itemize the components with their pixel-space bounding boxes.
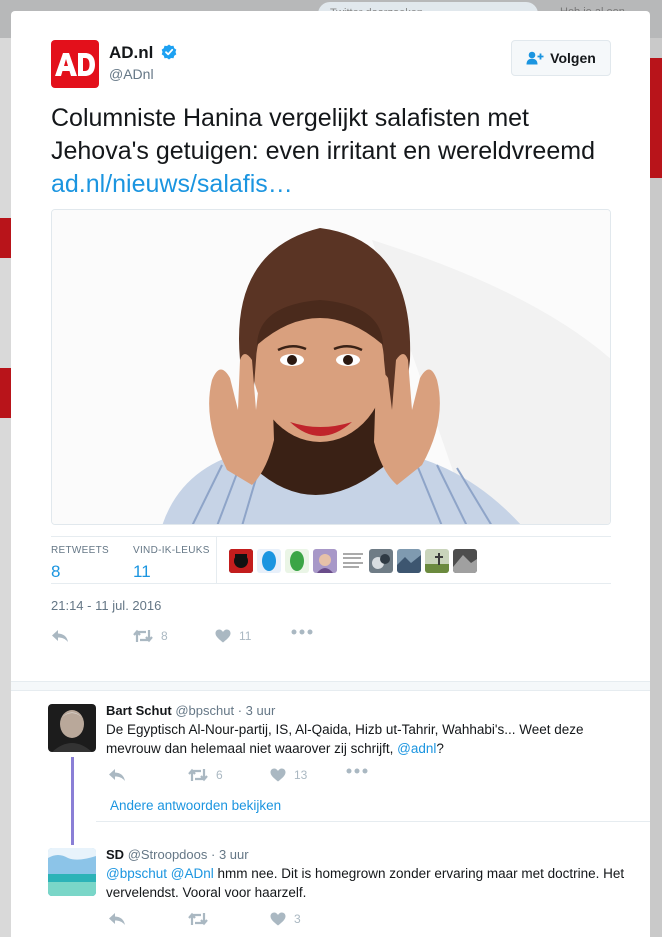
retweet-count: 6 [216,768,223,782]
reply-button[interactable] [108,912,126,926]
author-handle[interactable]: @ADnl [109,66,177,82]
follow-button[interactable]: Volgen [511,40,611,76]
reply-actions: 3 [108,912,388,932]
reply-author-handle[interactable]: @bpschut [175,703,234,718]
retweet-button[interactable] [188,912,216,926]
likes-count: 11 [133,562,151,581]
ad-logo[interactable] [51,40,99,88]
tweet-text: Columniste Hanina vergelijkt salafisten … [51,102,621,201]
stats-divider [216,537,217,584]
more-button[interactable] [291,629,313,635]
reply-header: SD @Stroopdoos · 3 uur [106,847,249,862]
reply-time[interactable]: · 3 uur [238,703,276,718]
liker-avatar[interactable] [369,549,393,573]
liker-avatars [229,549,477,573]
avatar [48,704,96,752]
reply-button[interactable] [108,768,126,782]
ad-logo-mark [55,53,95,76]
liker-avatar[interactable] [341,549,365,573]
background-right-column [648,38,662,937]
retweet-icon [188,768,208,782]
tweet-modal: AD.nl @ADnl Volgen Columniste Hanina ver… [11,11,650,937]
follow-button-label: Volgen [550,50,596,66]
liker-avatar[interactable] [453,549,477,573]
likes-label: VIND-IK-LEUKS [133,545,210,556]
tweet-timestamp[interactable]: 21:14 - 11 jul. 2016 [51,598,161,613]
mention-link[interactable]: @adnl [397,741,436,756]
reply-author-handle[interactable]: @Stroopdoos [128,847,208,862]
reply-header: Bart Schut @bpschut · 3 uur [106,703,275,718]
like-count: 3 [294,912,301,926]
liker-avatar[interactable] [285,549,309,573]
like-button[interactable]: 3 [270,912,301,926]
retweets-label: RETWEETS [51,545,109,556]
retweet-button[interactable]: 8 [133,629,168,643]
reply-separator [96,821,650,822]
like-button[interactable]: 11 [215,629,251,643]
heart-icon [215,629,231,643]
verified-badge-icon [161,44,177,60]
retweet-icon [133,629,153,643]
liker-avatar[interactable] [425,549,449,573]
like-count: 13 [294,768,308,782]
reply-button[interactable] [51,629,69,643]
reply-icon [109,913,125,925]
reply-author-name[interactable]: SD [106,847,124,862]
tweet-photo [52,210,610,524]
thread-line [71,757,74,845]
retweet-icon [188,912,208,926]
reply-time[interactable]: · 3 uur [211,847,249,862]
retweet-count: 8 [161,629,168,643]
liker-avatar[interactable] [229,549,253,573]
follow-user-icon [526,51,544,65]
like-button[interactable]: 13 [270,768,307,782]
reply-author-name[interactable]: Bart Schut [106,703,172,718]
like-count: 11 [239,629,252,643]
heart-icon [270,768,286,782]
reply-body: De Egyptisch Al-Nour-partij, IS, Al-Qaid… [106,722,584,756]
retweet-button[interactable]: 6 [188,768,223,782]
heart-icon [270,912,286,926]
mention-link[interactable]: @ADnl [171,866,214,881]
avatar [48,848,96,896]
reply-text: @bpschut @ADnl hmm nee. Dit is homegrown… [106,864,626,902]
reply-icon [52,630,68,642]
reply-body-end: ? [436,741,444,756]
tweet-image[interactable] [51,209,611,525]
tweet-link[interactable]: ad.nl/nieuws/salafis… [51,170,293,198]
more-dots-icon [346,768,368,774]
likes-stat[interactable]: VIND-IK-LEUKS 11 [133,545,210,582]
tweet-body: Columniste Hanina vergelijkt salafisten … [51,104,595,165]
liker-avatar[interactable] [313,549,337,573]
retweets-stat[interactable]: RETWEETS 8 [51,545,109,582]
tweet-stats: RETWEETS 8 VIND-IK-LEUKS 11 [51,536,611,584]
reply-actions: 6 13 [108,768,388,788]
liker-avatar[interactable] [397,549,421,573]
author-name[interactable]: AD.nl [109,43,153,62]
liker-avatar[interactable] [257,549,281,573]
more-dots-icon [291,629,313,635]
mention-link[interactable]: @bpschut [106,866,167,881]
reply-avatar[interactable] [48,704,96,752]
retweets-count: 8 [51,562,61,581]
more-replies-link[interactable]: Andere antwoorden bekijken [110,798,281,813]
tweet-actions: 8 11 [51,629,351,649]
reply-avatar[interactable] [48,848,96,896]
thread-divider [11,681,650,691]
more-button[interactable] [346,768,368,774]
reply-icon [109,769,125,781]
reply-text: De Egyptisch Al-Nour-partij, IS, Al-Qaid… [106,720,626,758]
